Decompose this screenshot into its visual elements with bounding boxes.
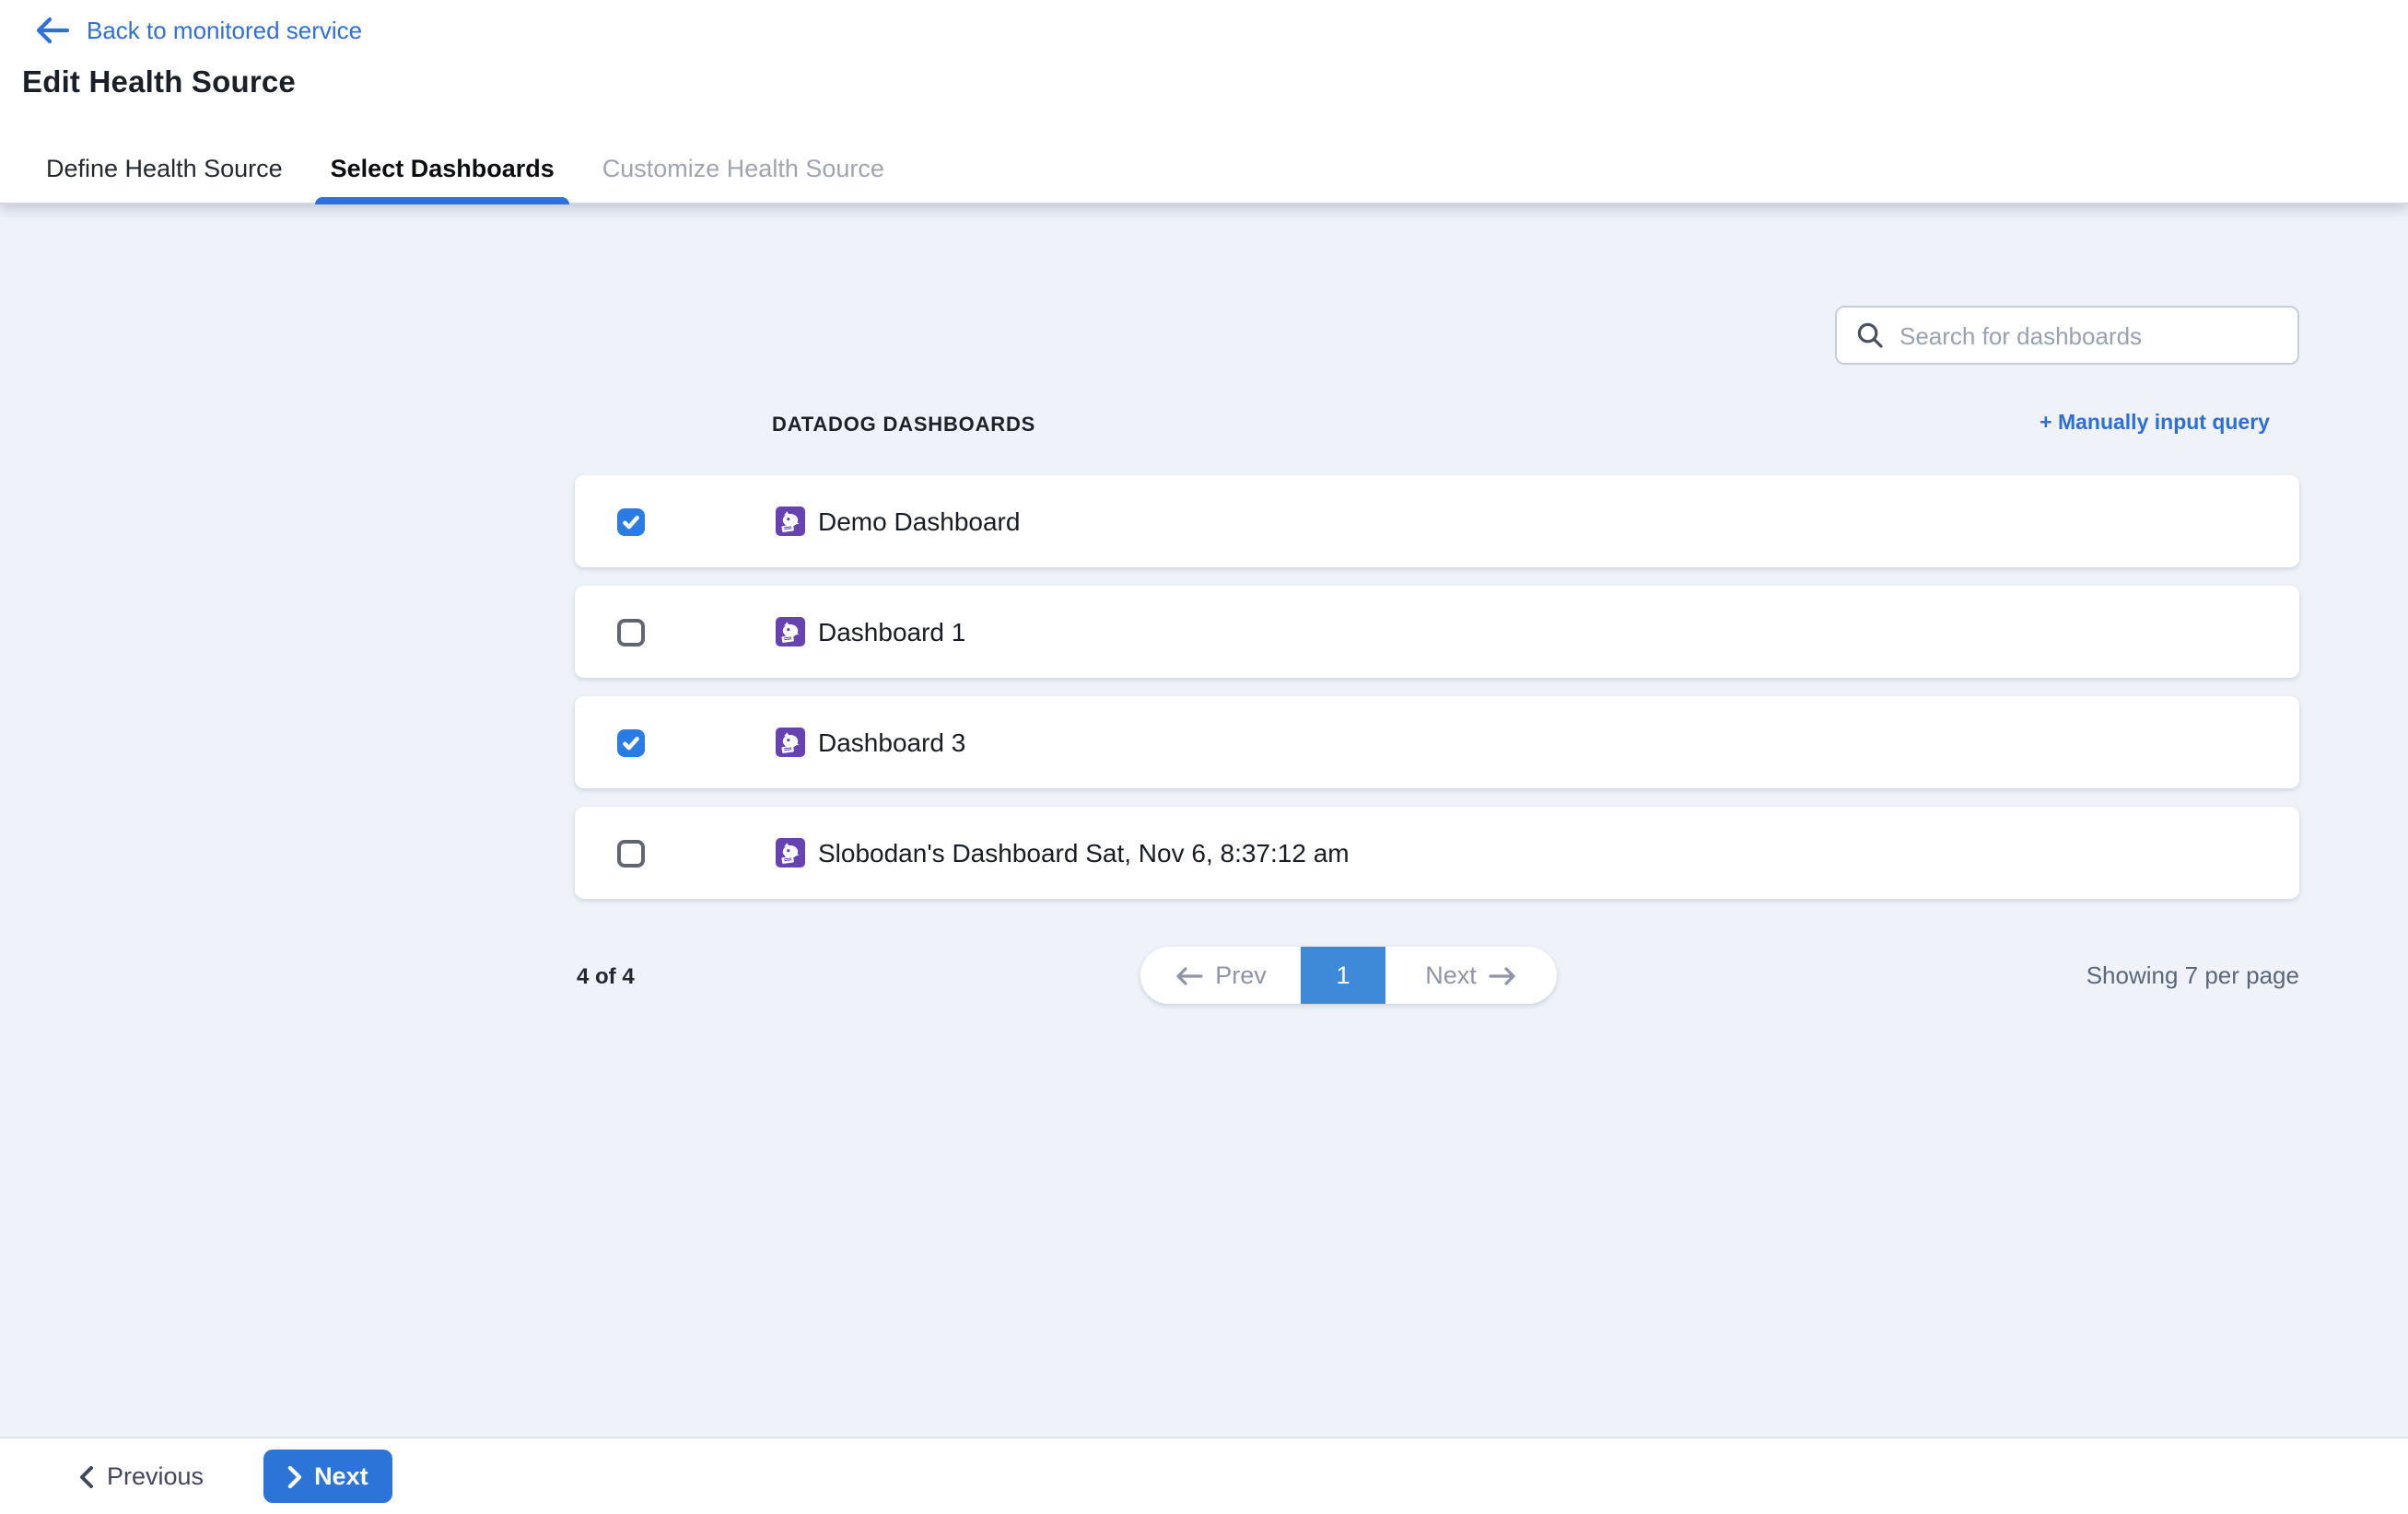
tab-customize-health-source[interactable]: Customize Health Source	[588, 133, 899, 203]
dashboard-row[interactable]: Dashboard 3	[575, 696, 2299, 788]
check-icon	[621, 732, 641, 752]
manually-input-query-link[interactable]: + Manually input query	[2040, 413, 2270, 435]
previous-button-label: Previous	[107, 1462, 204, 1490]
dashboard-name-cell: Dashboard 3	[776, 728, 965, 757]
dashboard-name: Demo Dashboard	[818, 507, 1020, 536]
dashboard-checkbox[interactable]	[617, 507, 645, 535]
dashboard-checkbox[interactable]	[617, 839, 645, 867]
footer-bar: Previous Next	[0, 1437, 2408, 1514]
page-title: Edit Health Source	[22, 66, 296, 101]
page: Back to monitored service Edit Health So…	[0, 0, 2408, 1514]
search-input[interactable]	[1885, 321, 2297, 349]
next-button-label: Next	[314, 1462, 368, 1490]
dashboard-checkbox[interactable]	[617, 728, 645, 756]
tab-select-dashboards[interactable]: Select Dashboards	[316, 133, 569, 203]
dashboard-checkbox[interactable]	[617, 618, 645, 646]
arrow-right-icon	[1490, 966, 1517, 984]
datadog-icon	[776, 507, 805, 536]
check-icon	[621, 511, 641, 531]
content-area: DATADOG DASHBOARDS + Manually input quer…	[0, 204, 2408, 1437]
back-row: Back to monitored service	[35, 17, 362, 44]
list-column-header: DATADOG DASHBOARDS	[772, 414, 1035, 437]
back-link[interactable]: Back to monitored service	[87, 17, 362, 44]
pagination-prev-label: Prev	[1215, 961, 1267, 989]
datadog-icon	[776, 617, 805, 646]
next-button[interactable]: Next	[263, 1450, 392, 1503]
dashboard-name: Dashboard 1	[818, 617, 965, 646]
tab-define-health-source[interactable]: Define Health Source	[31, 133, 298, 203]
dashboard-name-cell: Demo Dashboard	[776, 507, 1020, 536]
per-page-label: Showing 7 per page	[2087, 961, 2299, 989]
dashboard-name: Slobodan's Dashboard Sat, Nov 6, 8:37:12…	[818, 838, 1350, 868]
dashboard-name: Dashboard 3	[818, 728, 965, 757]
search-box[interactable]	[1835, 306, 2299, 365]
list-header-row: DATADOG DASHBOARDS + Manually input quer…	[575, 414, 2299, 440]
pagination: Prev 1 Next	[1140, 947, 1557, 1004]
pagination-next-label: Next	[1425, 961, 1477, 989]
dashboard-row[interactable]: Demo Dashboard	[575, 475, 2299, 567]
dashboard-row[interactable]: Dashboard 1	[575, 586, 2299, 678]
previous-button[interactable]: Previous	[79, 1462, 204, 1490]
dashboard-name-cell: Slobodan's Dashboard Sat, Nov 6, 8:37:12…	[776, 838, 1350, 868]
result-count: 4 of 4	[577, 963, 635, 989]
datadog-icon	[776, 728, 805, 757]
arrow-left-icon	[1175, 966, 1202, 984]
datadog-icon	[776, 838, 805, 868]
pagination-next-button[interactable]: Next	[1385, 947, 1557, 1004]
dashboard-row[interactable]: Slobodan's Dashboard Sat, Nov 6, 8:37:12…	[575, 807, 2299, 899]
dashboard-list: DATADOG DASHBOARDS + Manually input quer…	[575, 414, 2299, 917]
page-header: Back to monitored service Edit Health So…	[0, 0, 2408, 204]
back-arrow-icon[interactable]	[35, 17, 70, 44]
chevron-left-icon	[79, 1465, 94, 1487]
dashboard-name-cell: Dashboard 1	[776, 617, 965, 646]
pagination-row: 4 of 4 Prev 1 Next Showing 7 per page	[575, 947, 2299, 1004]
chevron-right-icon	[286, 1465, 301, 1487]
tab-bar: Define Health Source Select Dashboards C…	[31, 133, 918, 203]
pagination-prev-button[interactable]: Prev	[1140, 947, 1301, 1004]
pagination-page-1[interactable]: 1	[1301, 947, 1385, 1004]
search-icon	[1855, 320, 1885, 350]
